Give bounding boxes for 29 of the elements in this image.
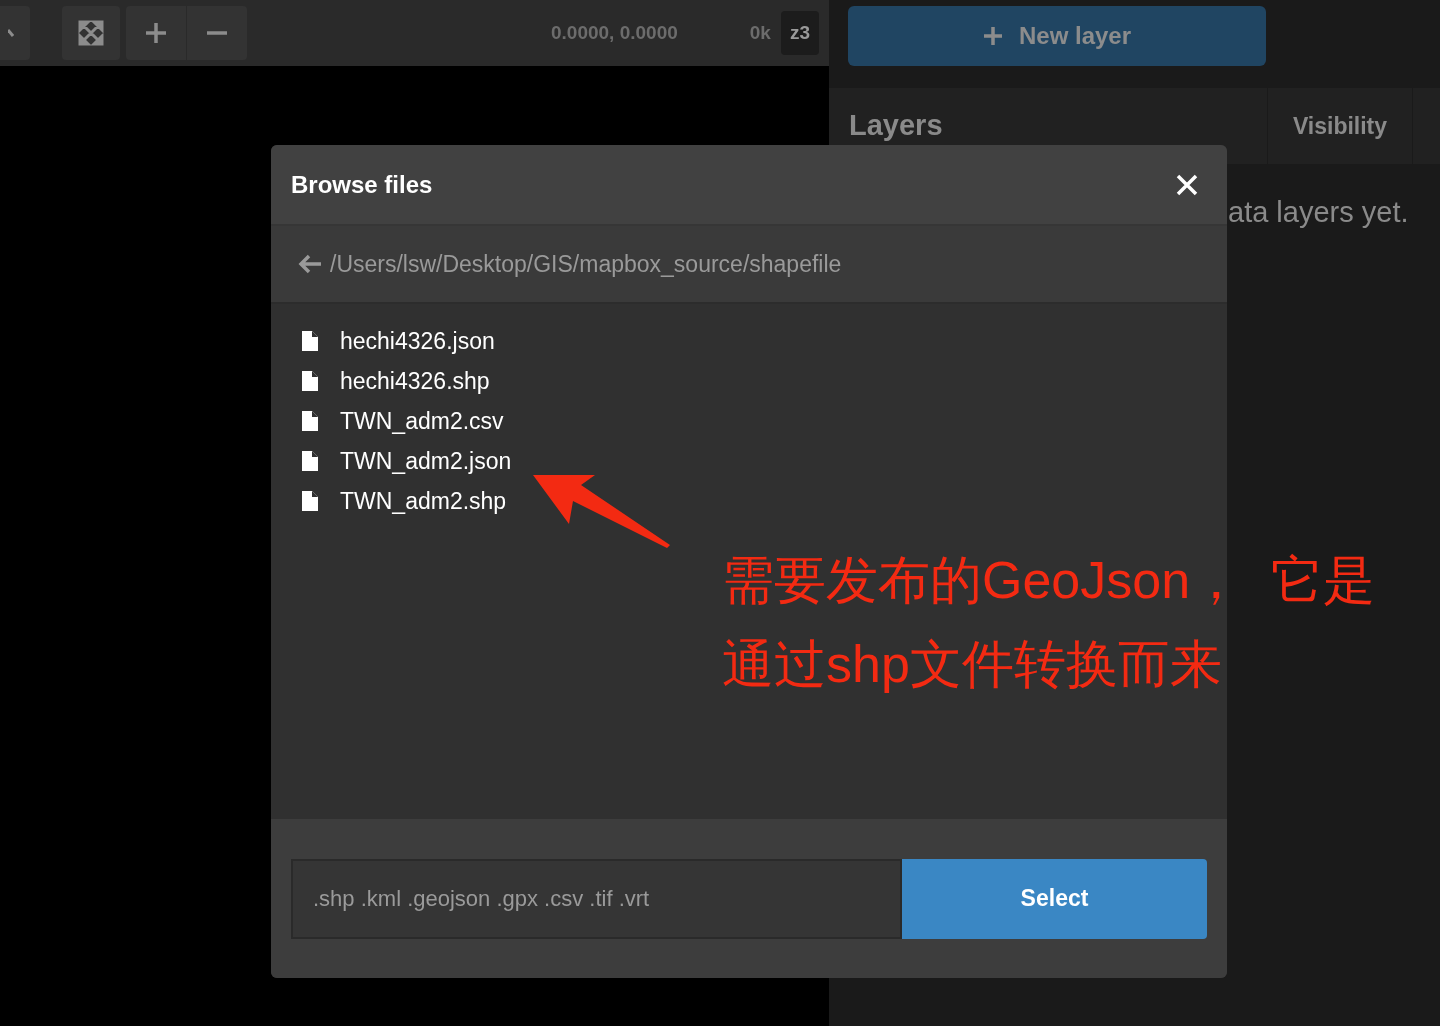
dialog-title: Browse files [291, 169, 433, 200]
zoom-out-button[interactable] [187, 6, 247, 60]
folder-path: /Users/lsw/Desktop/GIS/mapbox_source/shapefile [330, 249, 842, 279]
file-name[interactable]: hechi4326.json [340, 323, 495, 359]
file-icon [302, 371, 318, 391]
file-name[interactable]: TWN_adm2.csv [340, 403, 504, 439]
file-name[interactable]: TWN_adm2.shp [340, 483, 507, 519]
file-icon [302, 411, 318, 431]
back-arrow-icon[interactable] [298, 254, 322, 274]
expand-arrows-icon [77, 19, 105, 47]
select-button[interactable]: Select [902, 858, 1207, 939]
plus-icon [982, 26, 1003, 46]
minus-icon [207, 31, 227, 35]
column-header: Visibility [1267, 88, 1413, 164]
file-icon [302, 331, 318, 351]
empty-message: ata layers yet. [1228, 195, 1409, 230]
fullscreen-button[interactable] [62, 6, 120, 60]
feature-count-text: 0k [749, 20, 771, 45]
zoom-in-button[interactable] [126, 6, 186, 60]
zoom-level-badge: z3 [780, 10, 819, 56]
file-type-field[interactable]: .shp .kml .geojson .gpx .csv .tif .vrt [291, 858, 902, 939]
layers-heading: Layers [848, 108, 944, 144]
coordinates-text: 0.0000, 0.0000 [551, 20, 678, 45]
file-icon [302, 491, 318, 511]
file-icon [302, 451, 318, 471]
file-name[interactable]: hechi4326.shp [340, 363, 490, 399]
close-button[interactable] [1175, 172, 1199, 197]
file-name[interactable]: TWN_adm2.json [340, 443, 512, 479]
annotation-text: 需要发布的GeoJson， 它是 通过shp文件转换而来 [722, 550, 1376, 695]
